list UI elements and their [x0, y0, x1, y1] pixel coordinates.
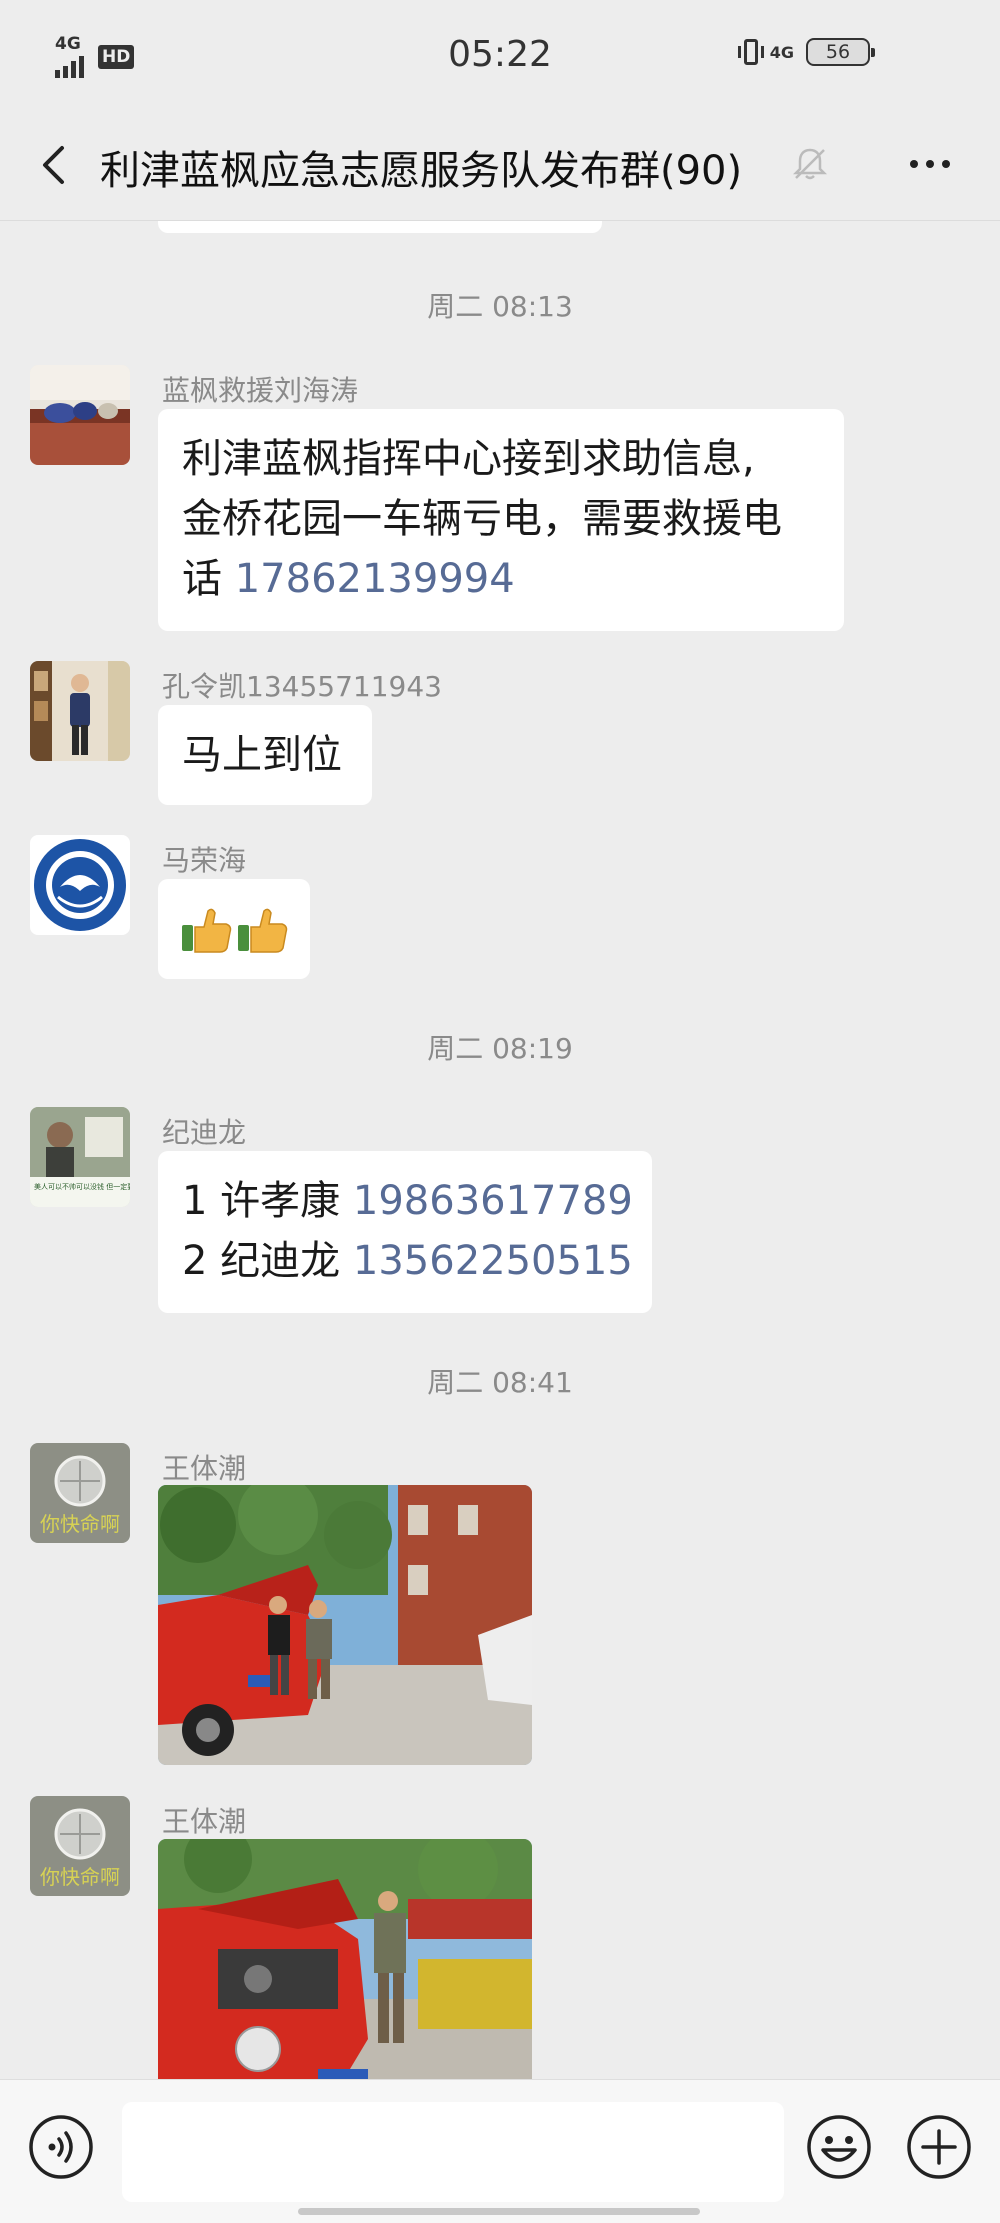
- avatar[interactable]: [30, 835, 130, 935]
- phone-link[interactable]: 19863617789: [353, 1178, 633, 1224]
- avatar-caption: 美人可以不帅可以没钱 但一定要懂经验: [34, 1182, 130, 1191]
- image-message[interactable]: [158, 1485, 532, 1765]
- sender-name: 纪迪龙: [162, 1116, 247, 1149]
- message-text: 话: [182, 556, 235, 602]
- car-rescue-photo: [158, 1839, 532, 2079]
- message-input[interactable]: [122, 2102, 784, 2202]
- chat-header: 利津蓝枫应急志愿服务队发布群(90): [0, 110, 1000, 221]
- sender-name: 蓝枫救援刘海涛: [162, 374, 359, 407]
- status-icons: 4G 56: [737, 38, 875, 66]
- vibrate-icon: [737, 39, 764, 65]
- mute-bell-icon: [792, 148, 828, 180]
- phone-link[interactable]: 17862139994: [235, 556, 515, 602]
- avatar[interactable]: 你快命啊: [30, 1796, 130, 1896]
- timestamp: 周二 08:19: [427, 1032, 573, 1065]
- message-list[interactable]: 周二 08:13 蓝枫救援刘海涛 利津蓝枫指挥中心接到求助信息, 金桥花园一车辆…: [0, 221, 1000, 2079]
- back-icon[interactable]: [30, 140, 80, 190]
- message-bubble[interactable]: 1 许孝康 19863617789 2 纪迪龙 13562250515: [158, 1151, 652, 1313]
- message-bubble[interactable]: 马上到位: [158, 705, 372, 805]
- emoji-icon[interactable]: [806, 2114, 872, 2180]
- avatar[interactable]: [30, 661, 130, 761]
- avatar[interactable]: 你快命啊: [30, 1443, 130, 1543]
- avatar[interactable]: [30, 365, 130, 465]
- message-text: 马上到位: [182, 732, 342, 778]
- car-rescue-photo: [158, 1485, 532, 1765]
- more-icon[interactable]: [900, 144, 960, 184]
- avatar-caption: 你快命啊: [40, 1512, 120, 1536]
- input-bar: [0, 2079, 1000, 2223]
- network-type-2: 4G: [769, 42, 794, 62]
- message-bubble-partial: [158, 221, 602, 233]
- plus-icon[interactable]: [906, 2114, 972, 2180]
- sender-name: 孔令凯13455711943: [162, 670, 442, 703]
- sender-name: 马荣海: [162, 844, 247, 877]
- message-bubble[interactable]: 利津蓝枫指挥中心接到求助信息, 金桥花园一车辆亏电，需要救援电 话 178621…: [158, 409, 844, 631]
- timestamp: 周二 08:41: [427, 1366, 573, 1399]
- sender-name: 王体潮: [162, 1805, 247, 1838]
- sender-name: 王体潮: [162, 1452, 247, 1485]
- message-text: 1 许孝康: [182, 1178, 353, 1224]
- home-indicator[interactable]: [298, 2208, 700, 2215]
- thumbs-up-icon: [182, 908, 288, 953]
- voice-icon[interactable]: [28, 2114, 94, 2180]
- status-bar: 4G HD 05:22 4G 56: [0, 0, 1000, 110]
- battery-icon: 56: [806, 38, 875, 66]
- avatar-caption: 你快命啊: [40, 1865, 120, 1889]
- message-text: 金桥花园一车辆亏电，需要救援电: [182, 496, 782, 542]
- avatar[interactable]: 美人可以不帅可以没钱 但一定要懂经验: [30, 1107, 130, 1207]
- message-text: 2 纪迪龙: [182, 1238, 353, 1284]
- message-bubble[interactable]: [158, 879, 310, 979]
- image-message[interactable]: [158, 1839, 532, 2079]
- chat-title: 利津蓝枫应急志愿服务队发布群(90): [100, 148, 743, 194]
- phone-link[interactable]: 13562250515: [353, 1238, 633, 1284]
- message-text: 利津蓝枫指挥中心接到求助信息,: [182, 436, 755, 482]
- timestamp: 周二 08:13: [427, 290, 573, 323]
